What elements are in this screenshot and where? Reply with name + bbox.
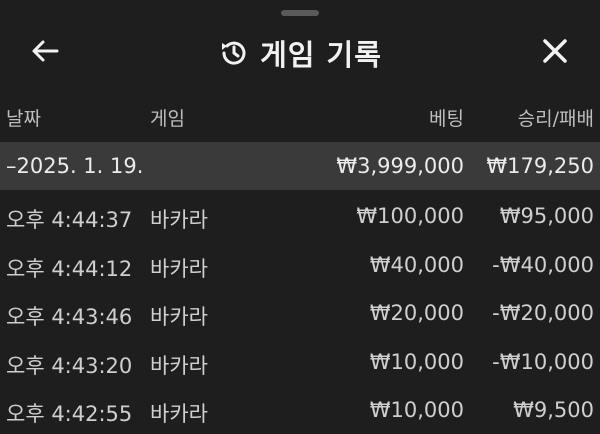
history-row[interactable]: 오후 4:43:46 바카라 ₩20,000 -₩20,000 — [0, 287, 600, 336]
row-bet: ₩10,000 — [369, 349, 464, 374]
column-result: 승리/패배 — [517, 108, 594, 130]
drag-handle[interactable] — [281, 10, 319, 16]
history-row[interactable]: 오후 4:43:20 바카라 ₩10,000 -₩10,000 — [0, 336, 600, 385]
history-list: 오후 4:44:37 바카라 ₩100,000 ₩95,000 오후 4:44:… — [0, 190, 600, 433]
row-time: 오후 4:42:55 — [6, 402, 133, 426]
row-result: -₩10,000 — [492, 349, 594, 374]
column-date: 날짜 — [6, 108, 41, 130]
page-title: 게임 기록 — [260, 38, 382, 72]
row-result: ₩95,000 — [499, 204, 594, 228]
row-time: 오후 4:43:46 — [6, 305, 133, 329]
row-bet: ₩20,000 — [369, 301, 464, 325]
row-bet: ₩10,000 — [369, 398, 464, 422]
row-result: ₩9,500 — [513, 398, 594, 422]
row-bet: ₩40,000 — [369, 252, 464, 277]
close-button[interactable] — [538, 36, 572, 66]
history-icon — [222, 41, 246, 65]
row-bet: ₩100,000 — [356, 204, 464, 228]
header: 게임 기록 — [0, 20, 600, 80]
row-time: 오후 4:44:37 — [6, 208, 133, 232]
column-game: 게임 — [150, 108, 185, 130]
column-bet: 베팅 — [429, 108, 464, 130]
date-group-bet-total: ₩3,999,000 — [336, 154, 464, 178]
row-time: 오후 4:44:12 — [6, 256, 133, 281]
title-group: 게임 기록 — [0, 32, 600, 74]
history-row[interactable]: 오후 4:42:55 바카라 ₩10,000 ₩9,500 — [0, 384, 600, 433]
history-row[interactable]: 오후 4:44:12 바카라 ₩40,000 -₩40,000 — [0, 239, 600, 288]
row-game: 바카라 — [150, 353, 208, 378]
row-result: -₩40,000 — [492, 252, 594, 277]
date-group-label: –2025. 1. 19. — [6, 154, 144, 178]
row-game: 바카라 — [150, 208, 208, 232]
column-headers: 날짜 게임 베팅 승리/패배 — [0, 104, 600, 134]
date-group-row[interactable]: –2025. 1. 19. ₩3,999,000 ₩179,250 — [0, 142, 600, 190]
close-icon — [543, 39, 567, 63]
row-result: -₩20,000 — [492, 301, 594, 325]
row-game: 바카라 — [150, 256, 208, 281]
row-game: 바카라 — [150, 402, 208, 426]
history-row[interactable]: 오후 4:44:37 바카라 ₩100,000 ₩95,000 — [0, 190, 600, 239]
row-game: 바카라 — [150, 305, 208, 329]
row-time: 오후 4:43:20 — [6, 353, 133, 378]
date-group-result-total: ₩179,250 — [486, 154, 594, 178]
